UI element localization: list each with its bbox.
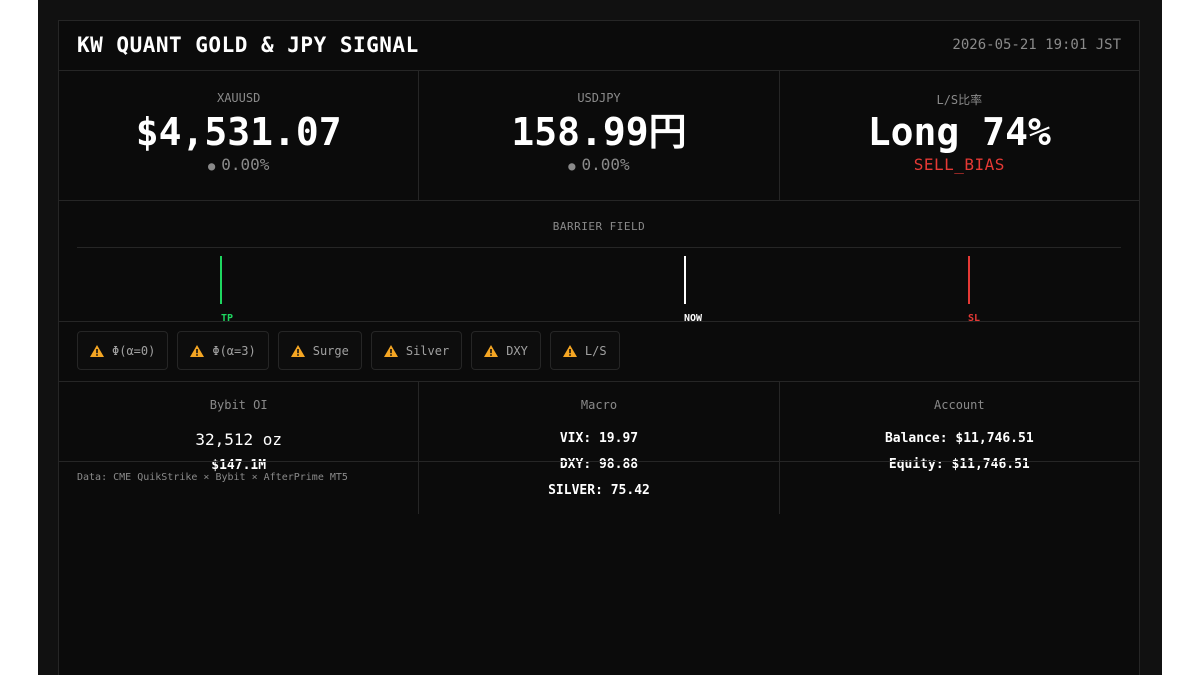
usdjpy-change: ● 0.00% xyxy=(419,155,778,174)
tp-label: TP xyxy=(220,313,234,324)
header: KW QUANT GOLD & JPY SIGNAL 2026-05-21 19… xyxy=(59,21,1139,71)
now-marker xyxy=(684,256,686,304)
data-source-note: Data: CME QuikStrike × Bybit × AfterPrim… xyxy=(77,472,348,483)
warning-chip-phi-3[interactable]: Φ(α=3) xyxy=(177,331,269,370)
warning-chip-phi-0[interactable]: Φ(α=0) xyxy=(77,331,169,370)
usdjpy-price: 158.99円 xyxy=(511,110,687,154)
signal-panel: KW QUANT GOLD & JPY SIGNAL 2026-05-21 19… xyxy=(58,20,1140,675)
warning-icon xyxy=(562,344,577,357)
xauusd-change: ● 0.00% xyxy=(59,155,418,174)
sl-marker xyxy=(968,256,970,304)
ls-ratio-value: Long 74% xyxy=(867,110,1051,154)
bybit-oi-card: Bybit OI 32,512 oz $147.1M xyxy=(59,382,420,514)
macro-silver: SILVER: 75.42 xyxy=(548,483,650,498)
bias-label: SELL_BIAS xyxy=(913,155,1005,174)
chip-label: Φ(α=3) xyxy=(212,343,256,358)
metric-usdjpy: USDJPY 158.99円 ● 0.00% xyxy=(419,71,780,200)
account-balance: Balance: $11,746.51 xyxy=(884,431,1034,446)
metric-ls-ratio: L/S比率 Long 74% SELL_BIAS xyxy=(780,71,1139,200)
chip-label: Silver xyxy=(405,343,450,358)
now-label: NOW xyxy=(683,313,703,324)
warning-chips: Φ(α=0) Φ(α=3) Surge Silver DXY L/S xyxy=(77,331,620,370)
barrier-field-title: BARRIER FIELD xyxy=(552,220,646,233)
chip-label: Φ(α=0) xyxy=(112,343,156,358)
account-card: Account Balance: $11,746.51 Equity: $11,… xyxy=(780,382,1139,514)
divider xyxy=(59,461,1139,462)
xauusd-price: $4,531.07 xyxy=(135,110,342,154)
barrier-divider xyxy=(77,247,1121,248)
warning-icon xyxy=(290,344,305,357)
card-title: Account xyxy=(934,398,985,412)
sl-label: SL xyxy=(967,313,981,324)
warning-chip-surge[interactable]: Surge xyxy=(277,331,362,370)
account-equity: Equity: $11,746.51 xyxy=(888,457,1030,472)
warning-icon xyxy=(484,344,499,357)
dot-icon: ● xyxy=(207,159,216,173)
chip-label: L/S xyxy=(584,343,607,358)
tp-marker xyxy=(220,256,222,304)
metric-label: USDJPY xyxy=(577,91,621,105)
warning-chip-dxy[interactable]: DXY xyxy=(471,331,541,370)
macro-dxy: DXY: 98.88 xyxy=(559,457,639,472)
card-title: Bybit OI xyxy=(209,398,268,412)
page-title: KW QUANT GOLD & JPY SIGNAL xyxy=(77,33,419,57)
timestamp: 2026-05-21 19:01 JST xyxy=(952,37,1121,53)
metric-label: XAUUSD xyxy=(216,91,261,105)
divider xyxy=(59,321,1139,322)
warning-icon xyxy=(190,344,205,357)
metric-label: L/S比率 xyxy=(936,93,983,107)
macro-card: Macro VIX: 19.97 DXY: 98.88 SILVER: 75.4… xyxy=(419,382,780,514)
metric-xauusd: XAUUSD $4,531.07 ● 0.00% xyxy=(59,71,420,200)
macro-vix: VIX: 19.97 xyxy=(559,431,639,446)
change-value: 0.00% xyxy=(581,155,630,174)
warning-icon xyxy=(90,344,104,357)
barrier-field: BARRIER FIELD TP NOW SL xyxy=(59,201,1139,324)
change-value: 0.00% xyxy=(221,155,270,174)
info-row: Bybit OI 32,512 oz $147.1M Macro VIX: 19… xyxy=(59,381,1139,514)
warning-icon xyxy=(383,344,398,357)
oi-ounces: 32,512 oz xyxy=(195,430,283,449)
metrics-row: XAUUSD $4,531.07 ● 0.00% USDJPY 158.99円 ●… xyxy=(59,71,1139,201)
dot-icon: ● xyxy=(568,159,576,173)
chip-label: Surge xyxy=(312,343,349,358)
card-title: Macro xyxy=(580,398,618,412)
warning-chip-ls[interactable]: L/S xyxy=(549,331,620,370)
chip-label: DXY xyxy=(506,343,528,358)
warning-chip-silver[interactable]: Silver xyxy=(370,331,463,370)
